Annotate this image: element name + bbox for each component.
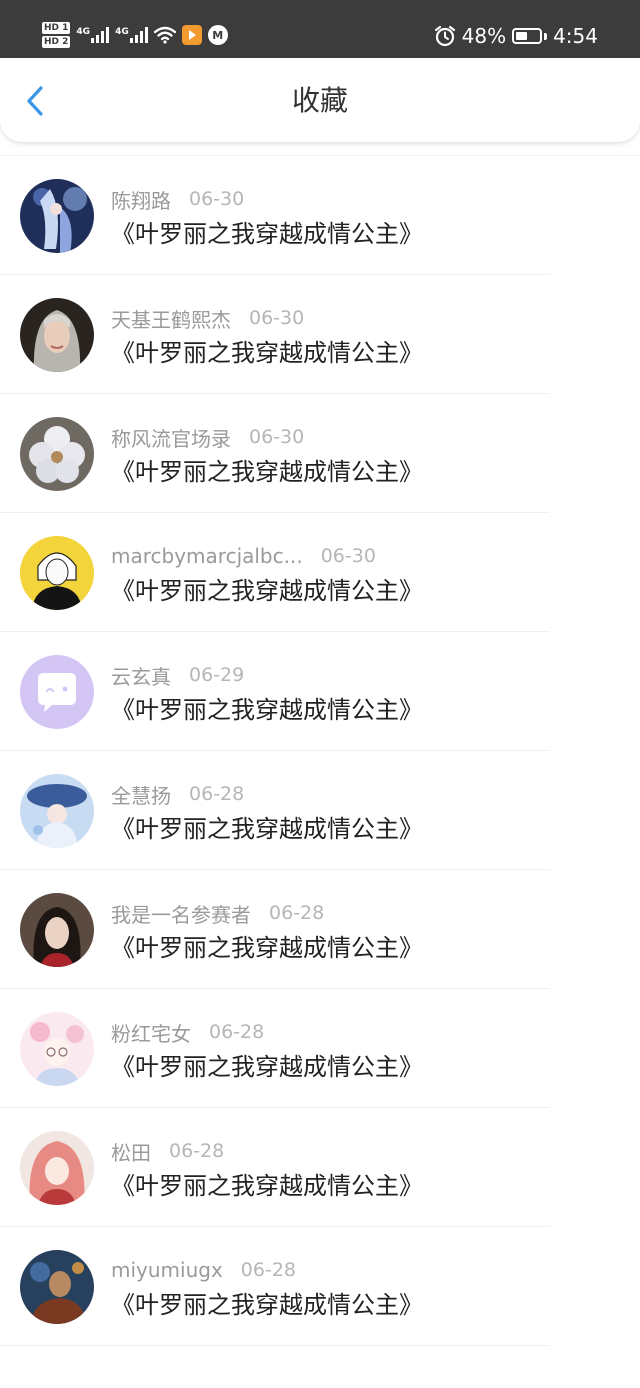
item-meta: 称风流官场录 06-30	[111, 423, 304, 451]
hd-indicator: HD 1 HD 2	[42, 22, 71, 48]
item-date: 06-29	[189, 664, 245, 686]
book-title[interactable]: 《叶罗丽之我穿越成情公主》	[111, 337, 423, 369]
item-date: 06-30	[189, 188, 245, 210]
item-meta: 全慧扬 06-28	[111, 780, 244, 808]
signal-1: 4G	[76, 27, 110, 43]
clock-time: 4:54	[553, 24, 598, 48]
list-item[interactable]: 陈翔路 06-30 《叶罗丽之我穿越成情公主》	[0, 156, 550, 275]
item-meta: 松田 06-28	[111, 1137, 224, 1165]
author-name[interactable]: 陈翔路	[111, 185, 171, 214]
avatar[interactable]	[20, 298, 94, 372]
item-date: 06-30	[249, 426, 305, 448]
avatar[interactable]	[20, 1250, 94, 1324]
network-type-2: 4G	[115, 27, 129, 37]
item-meta: 粉红宅女 06-28	[111, 1018, 264, 1046]
item-date: 06-28	[169, 1140, 225, 1162]
item-meta: 陈翔路 06-30	[111, 185, 244, 213]
item-meta: 天基王鹤熙杰 06-30	[111, 304, 304, 332]
avatar[interactable]	[20, 179, 94, 253]
list-item[interactable]: miyumiugx 06-28 《叶罗丽之我穿越成情公主》	[0, 1227, 550, 1346]
status-bar: HD 1 HD 2 4G 4G M 48% 4:54	[0, 0, 640, 58]
avatar[interactable]	[20, 1131, 94, 1205]
author-name[interactable]: 松田	[111, 1137, 151, 1166]
book-title[interactable]: 《叶罗丽之我穿越成情公主》	[111, 456, 423, 488]
author-name[interactable]: miyumiugx	[111, 1258, 223, 1282]
book-title[interactable]: 《叶罗丽之我穿越成情公主》	[111, 1289, 423, 1321]
hd1-badge: HD 1	[42, 22, 71, 34]
portrait-avatar-icon	[20, 298, 94, 372]
chat-bubble-avatar-icon	[20, 655, 94, 729]
list-item[interactable]: 粉红宅女 06-28 《叶罗丽之我穿越成情公主》	[0, 989, 550, 1108]
book-title[interactable]: 《叶罗丽之我穿越成情公主》	[111, 1170, 423, 1202]
avatar[interactable]	[20, 536, 94, 610]
author-name[interactable]: marcbymarcjalbc...	[111, 544, 303, 568]
pink-anime-avatar-icon	[20, 1012, 94, 1086]
item-date: 06-28	[269, 902, 325, 924]
hd2-badge: HD 2	[42, 36, 71, 48]
avatar[interactable]	[20, 655, 94, 729]
signal-bars-icon	[91, 27, 110, 43]
item-meta: 云玄真 06-29	[111, 661, 244, 689]
list-item[interactable]: 我是一名参赛者 06-28 《叶罗丽之我穿越成情公主》	[0, 870, 550, 989]
fantasy-girl-avatar-icon	[20, 774, 94, 848]
flower-avatar-icon	[20, 417, 94, 491]
photo-portrait-avatar-icon	[20, 893, 94, 967]
favorites-list[interactable]: 陈翔路 06-30 《叶罗丽之我穿越成情公主》 天基王鹤熙杰 06-30 《叶罗…	[0, 155, 640, 1388]
author-name[interactable]: 称风流官场录	[111, 423, 231, 452]
book-title[interactable]: 《叶罗丽之我穿越成情公主》	[111, 218, 423, 250]
redhair-anime-avatar-icon	[20, 1131, 94, 1205]
signal-bars-icon	[129, 27, 148, 43]
list-item[interactable]: marcbymarcjalbc... 06-30 《叶罗丽之我穿越成情公主》	[0, 513, 550, 632]
wifi-icon	[153, 26, 176, 44]
battery-percent: 48%	[461, 24, 507, 48]
item-date: 06-30	[320, 545, 376, 567]
list-item[interactable]: 天基王鹤熙杰 06-30 《叶罗丽之我穿越成情公主》	[0, 275, 550, 394]
anime-girl-avatar-icon	[20, 179, 94, 253]
sketch-avatar-icon	[20, 536, 94, 610]
item-date: 06-28	[209, 1021, 265, 1043]
alarm-clock-icon	[434, 25, 455, 47]
author-name[interactable]: 天基王鹤熙杰	[111, 304, 231, 333]
avatar[interactable]	[20, 893, 94, 967]
book-title[interactable]: 《叶罗丽之我穿越成情公主》	[111, 813, 423, 845]
avatar[interactable]	[20, 1012, 94, 1086]
m-app-icon: M	[207, 25, 228, 45]
author-name[interactable]: 全慧扬	[111, 780, 171, 809]
status-right-icons: 48% 4:54	[434, 22, 598, 50]
signal-2: 4G	[115, 27, 148, 43]
item-meta: 我是一名参赛者 06-28	[111, 899, 324, 927]
book-title[interactable]: 《叶罗丽之我穿越成情公主》	[111, 932, 423, 964]
battery-icon	[512, 28, 543, 44]
avatar[interactable]	[20, 417, 94, 491]
item-meta: marcbymarcjalbc... 06-30	[111, 542, 376, 570]
network-type-1: 4G	[76, 27, 91, 37]
game-character-avatar-icon	[20, 1250, 94, 1324]
page-title: 收藏	[291, 84, 348, 117]
author-name[interactable]: 我是一名参赛者	[111, 899, 251, 928]
play-app-icon	[181, 25, 202, 45]
list-item[interactable]: 称风流官场录 06-30 《叶罗丽之我穿越成情公主》	[0, 394, 550, 513]
list-item[interactable]: 松田 06-28 《叶罗丽之我穿越成情公主》	[0, 1108, 550, 1227]
item-date: 06-30	[249, 307, 305, 329]
nav-bar: 收藏	[0, 58, 640, 142]
book-title[interactable]: 《叶罗丽之我穿越成情公主》	[111, 1051, 423, 1083]
author-name[interactable]: 粉红宅女	[111, 1018, 191, 1047]
book-title[interactable]: 《叶罗丽之我穿越成情公主》	[111, 575, 423, 607]
author-name[interactable]: 云玄真	[111, 661, 171, 690]
battery-tip	[544, 32, 548, 40]
avatar[interactable]	[20, 774, 94, 848]
list-item[interactable]: 云玄真 06-29 《叶罗丽之我穿越成情公主》	[0, 632, 550, 751]
book-title[interactable]: 《叶罗丽之我穿越成情公主》	[111, 694, 423, 726]
status-left-icons: HD 1 HD 2 4G 4G M	[42, 18, 228, 52]
item-date: 06-28	[189, 783, 245, 805]
battery-fill	[516, 32, 527, 40]
list-item[interactable]: 全慧扬 06-28 《叶罗丽之我穿越成情公主》	[0, 751, 550, 870]
item-date: 06-28	[240, 1259, 297, 1281]
item-meta: miyumiugx 06-28	[111, 1256, 296, 1284]
